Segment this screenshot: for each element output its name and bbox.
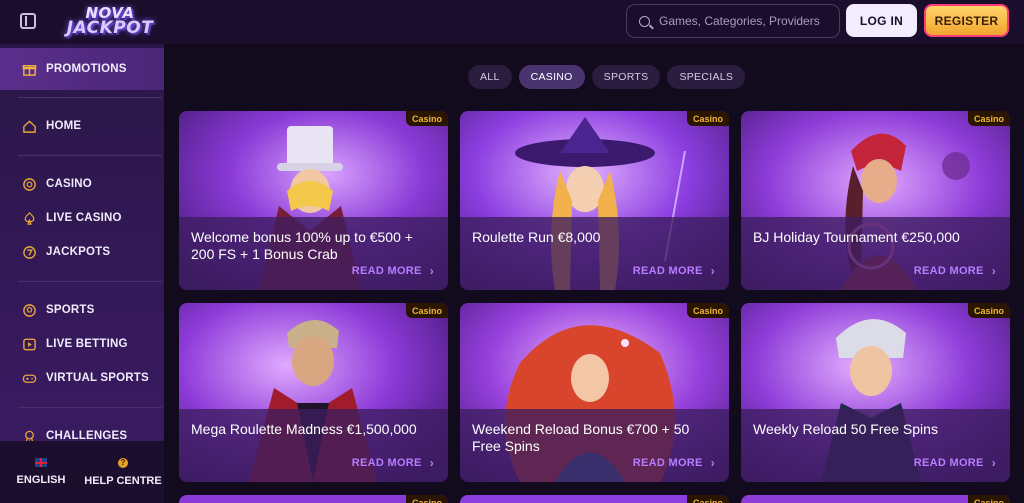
top-bar: NOVA JACKPOT LOG IN REGISTER <box>0 0 1024 44</box>
read-more-link[interactable]: READ MORE › <box>633 456 715 470</box>
category-badge: Casino <box>686 495 729 503</box>
category-badge: Casino <box>405 495 448 503</box>
sidebar-item-label: LIVE BETTING <box>46 338 128 350</box>
promo-title: BJ Holiday Tournament €250,000 <box>753 229 960 245</box>
category-badge: Casino <box>686 303 729 318</box>
sidebar-divider <box>18 407 162 408</box>
promo-title: Welcome bonus 100% up to €500 + 200 FS +… <box>191 229 413 262</box>
logo-line-2: JACKPOT <box>66 17 154 38</box>
promotions-content: ALL CASINO SPORTS SPECIALS Casino Welcom… <box>164 44 1024 503</box>
sidebar-divider <box>18 97 162 98</box>
play-icon <box>21 336 37 352</box>
category-badge: Casino <box>686 111 729 126</box>
help-centre-label: HELP CENTRE <box>84 474 162 487</box>
casino-chip-icon <box>21 176 37 192</box>
promo-card[interactable]: Casino Welcome bonus 100% up to €500 + 2… <box>179 111 448 290</box>
register-button[interactable]: REGISTER <box>924 4 1009 37</box>
gift-icon <box>21 61 37 77</box>
logo[interactable]: NOVA JACKPOT <box>60 4 160 38</box>
promo-title: Roulette Run €8,000 <box>472 229 601 245</box>
chevron-right-icon: › <box>710 456 715 470</box>
search-box[interactable] <box>626 4 840 38</box>
read-more-label: READ MORE <box>632 457 703 469</box>
sidebar-toggle-icon[interactable] <box>20 13 36 29</box>
spade-icon <box>21 210 37 226</box>
category-badge: Casino <box>967 111 1010 126</box>
sidebar-item-label: HOME <box>46 120 82 132</box>
card-caption-panel <box>741 409 1010 482</box>
promo-title: Mega Roulette Madness €1,500,000 <box>191 421 417 437</box>
filter-chip-sports[interactable]: SPORTS <box>591 65 661 89</box>
chevron-right-icon: › <box>429 264 434 278</box>
sidebar-item-virtual-sports[interactable]: VIRTUAL SPORTS <box>0 361 164 395</box>
sidebar-item-casino[interactable]: CASINO <box>0 167 164 201</box>
category-badge: Casino <box>405 111 448 126</box>
filter-chip-specials[interactable]: SPECIALS <box>667 65 746 89</box>
read-more-link[interactable]: READ MORE › <box>633 264 715 278</box>
seven-icon <box>21 244 37 260</box>
category-badge: Casino <box>405 303 448 318</box>
read-more-label: READ MORE <box>351 457 422 469</box>
sidebar-footer: ENGLISH ? HELP CENTRE <box>0 441 164 503</box>
language-selector[interactable]: ENGLISH <box>0 441 82 503</box>
help-centre-link[interactable]: ? HELP CENTRE <box>82 441 164 503</box>
card-caption-panel <box>460 217 729 290</box>
read-more-label: READ MORE <box>913 265 984 277</box>
help-icon: ? <box>118 457 128 468</box>
sidebar-item-label: LIVE CASINO <box>46 212 122 224</box>
promo-title: Weekend Reload Bonus €700 + 50 Free Spin… <box>472 421 690 454</box>
sidebar-item-label: CASINO <box>46 178 92 190</box>
promo-card[interactable]: Casino Weekend Reload Bonus €700 + 50 Fr… <box>460 303 729 482</box>
ball-icon <box>21 302 37 318</box>
promo-card[interactable]: Casino BJ Holiday Tournament €250,000 RE… <box>741 111 1010 290</box>
promo-card[interactable]: Casino Mega Roulette Madness €1,500,000 … <box>179 303 448 482</box>
uk-flag-icon <box>35 458 47 467</box>
read-more-link[interactable]: READ MORE › <box>914 456 996 470</box>
sidebar-item-label: PROMOTIONS <box>46 63 127 75</box>
sidebar-item-sports[interactable]: SPORTS <box>0 293 164 327</box>
card-caption-panel <box>741 217 1010 290</box>
category-badge: Casino <box>967 495 1010 503</box>
search-icon <box>639 15 650 27</box>
home-icon <box>21 118 37 134</box>
read-more-link[interactable]: READ MORE › <box>352 264 434 278</box>
sidebar-divider <box>18 281 162 282</box>
promo-title: Weekly Reload 50 Free Spins <box>753 421 938 437</box>
sidebar-item-jackpots[interactable]: JACKPOTS <box>0 235 164 269</box>
filter-chip-all[interactable]: ALL <box>468 65 512 89</box>
promo-card[interactable]: Casino <box>179 495 448 503</box>
category-badge: Casino <box>967 303 1010 318</box>
sidebar: PROMOTIONS HOME CASINO LIVE CASINO JACKP… <box>0 44 164 503</box>
read-more-link[interactable]: READ MORE › <box>914 264 996 278</box>
gamepad-icon <box>21 370 37 386</box>
sidebar-divider <box>18 155 162 156</box>
sidebar-item-label: VIRTUAL SPORTS <box>46 372 149 384</box>
sidebar-item-label: JACKPOTS <box>46 246 111 258</box>
sidebar-item-live-casino[interactable]: LIVE CASINO <box>0 201 164 235</box>
language-label: ENGLISH <box>16 474 66 486</box>
promo-card[interactable]: Casino <box>460 495 729 503</box>
read-more-link[interactable]: READ MORE › <box>352 456 434 470</box>
promo-card[interactable]: Casino <box>741 495 1010 503</box>
chevron-right-icon: › <box>991 264 996 278</box>
promo-card[interactable]: Casino Weekly Reload 50 Free Spins READ … <box>741 303 1010 482</box>
chevron-right-icon: › <box>991 456 996 470</box>
read-more-label: READ MORE <box>632 265 703 277</box>
search-input[interactable] <box>659 14 839 28</box>
sidebar-item-promotions[interactable]: PROMOTIONS <box>0 48 164 90</box>
sidebar-item-home[interactable]: HOME <box>0 109 164 143</box>
chevron-right-icon: › <box>710 264 715 278</box>
sidebar-item-label: SPORTS <box>46 304 95 316</box>
filter-chip-casino[interactable]: CASINO <box>518 65 585 89</box>
login-button[interactable]: LOG IN <box>846 4 917 37</box>
sidebar-item-live-betting[interactable]: LIVE BETTING <box>0 327 164 361</box>
card-caption-panel <box>179 409 448 482</box>
promo-card[interactable]: Casino Roulette Run €8,000 READ MORE › <box>460 111 729 290</box>
category-filter-bar: ALL CASINO SPORTS SPECIALS <box>468 65 746 89</box>
read-more-label: READ MORE <box>913 457 984 469</box>
read-more-label: READ MORE <box>351 265 422 277</box>
chevron-right-icon: › <box>429 456 434 470</box>
